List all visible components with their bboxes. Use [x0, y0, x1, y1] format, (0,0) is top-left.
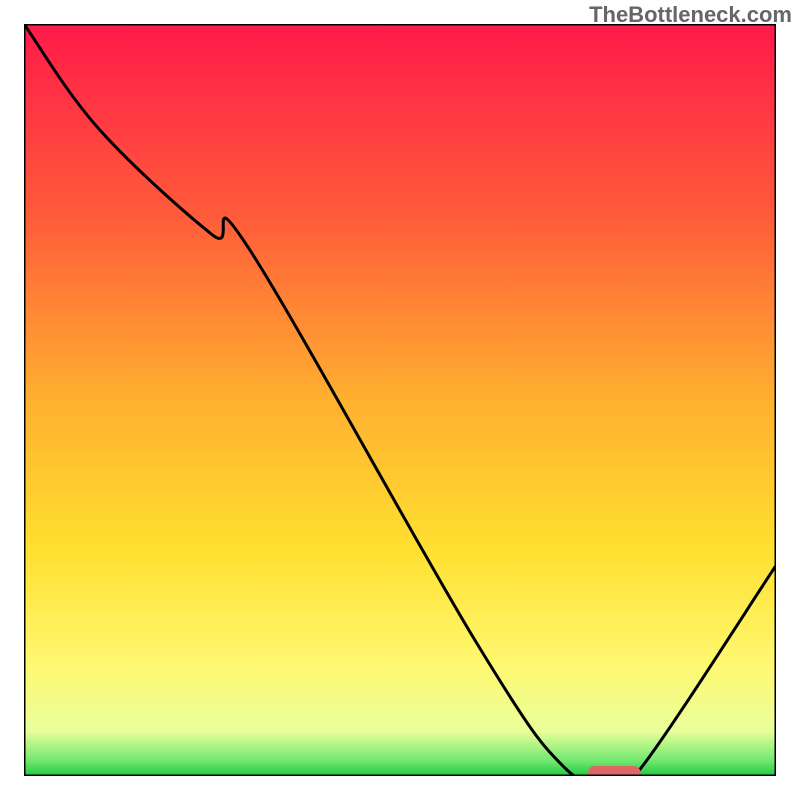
watermark-text: TheBottleneck.com: [589, 2, 792, 28]
plot-area: [24, 24, 776, 776]
chart-container: TheBottleneck.com: [0, 0, 800, 800]
gradient-background: [24, 24, 776, 776]
chart-svg: [24, 24, 776, 776]
